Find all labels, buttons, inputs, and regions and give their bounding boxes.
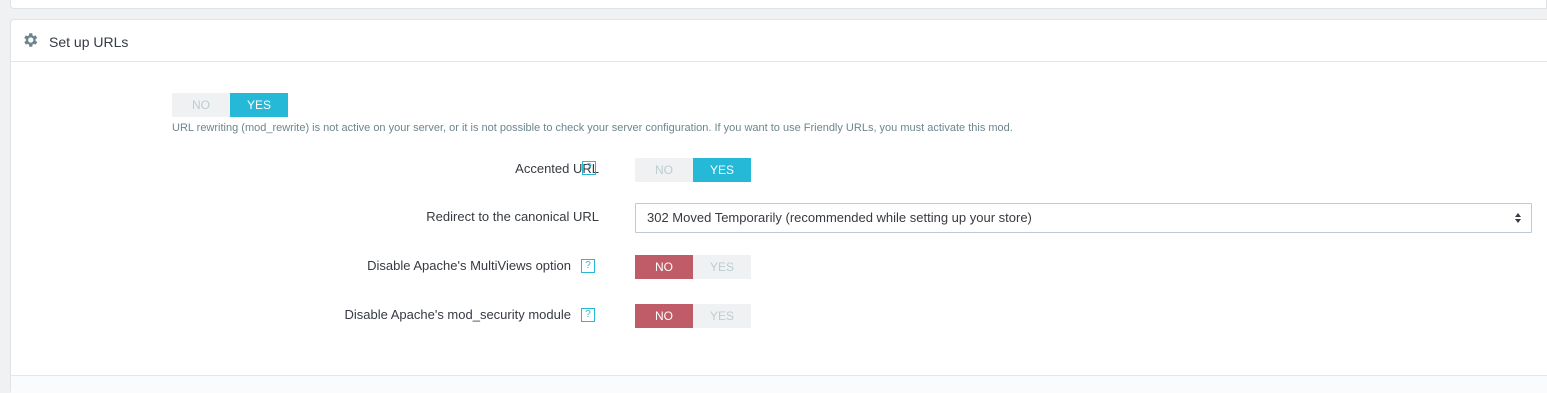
panel-footer — [11, 375, 1547, 393]
friendly-url-help-text: URL rewriting (mod_rewrite) is not activ… — [172, 122, 1013, 134]
canonical-redirect-label: Redirect to the canonical URL — [426, 209, 599, 224]
canonical-redirect-select[interactable]: 302 Moved Temporarily (recommended while… — [635, 203, 1532, 233]
multiviews-yes-option[interactable]: YES — [693, 255, 751, 279]
previous-panel-bottom — [10, 0, 1547, 9]
accented-url-no-option[interactable]: NO — [635, 158, 693, 182]
friendly-url-no-option[interactable]: NO — [172, 93, 230, 117]
multiviews-label: Disable Apache's MultiViews option — [367, 258, 571, 273]
mod-security-help-icon[interactable]: ? — [581, 308, 595, 322]
panel-heading: Set up URLs — [11, 20, 1547, 62]
mod-security-yes-option[interactable]: YES — [693, 304, 751, 328]
multiviews-help-icon[interactable]: ? — [581, 259, 595, 273]
friendly-url-switch[interactable]: NO YES — [172, 93, 288, 117]
multiviews-no-option[interactable]: NO — [635, 255, 693, 279]
mod-security-label: Disable Apache's mod_security module — [344, 307, 572, 322]
panel-title: Set up URLs — [49, 34, 129, 50]
accented-url-switch[interactable]: NO YES — [635, 158, 751, 182]
select-caret-icon — [1515, 213, 1521, 223]
accented-url-yes-option[interactable]: YES — [693, 158, 751, 182]
mod-security-switch[interactable]: NO YES — [635, 304, 751, 328]
multiviews-switch[interactable]: NO YES — [635, 255, 751, 279]
friendly-url-yes-option[interactable]: YES — [230, 93, 288, 117]
setup-urls-panel: Set up URLs NO YES URL rewriting (mod_re… — [10, 19, 1547, 393]
accented-url-help-icon[interactable]: ? — [582, 161, 596, 175]
mod-security-no-option[interactable]: NO — [635, 304, 693, 328]
gear-icon — [24, 33, 38, 47]
canonical-redirect-value: 302 Moved Temporarily (recommended while… — [647, 210, 1032, 225]
